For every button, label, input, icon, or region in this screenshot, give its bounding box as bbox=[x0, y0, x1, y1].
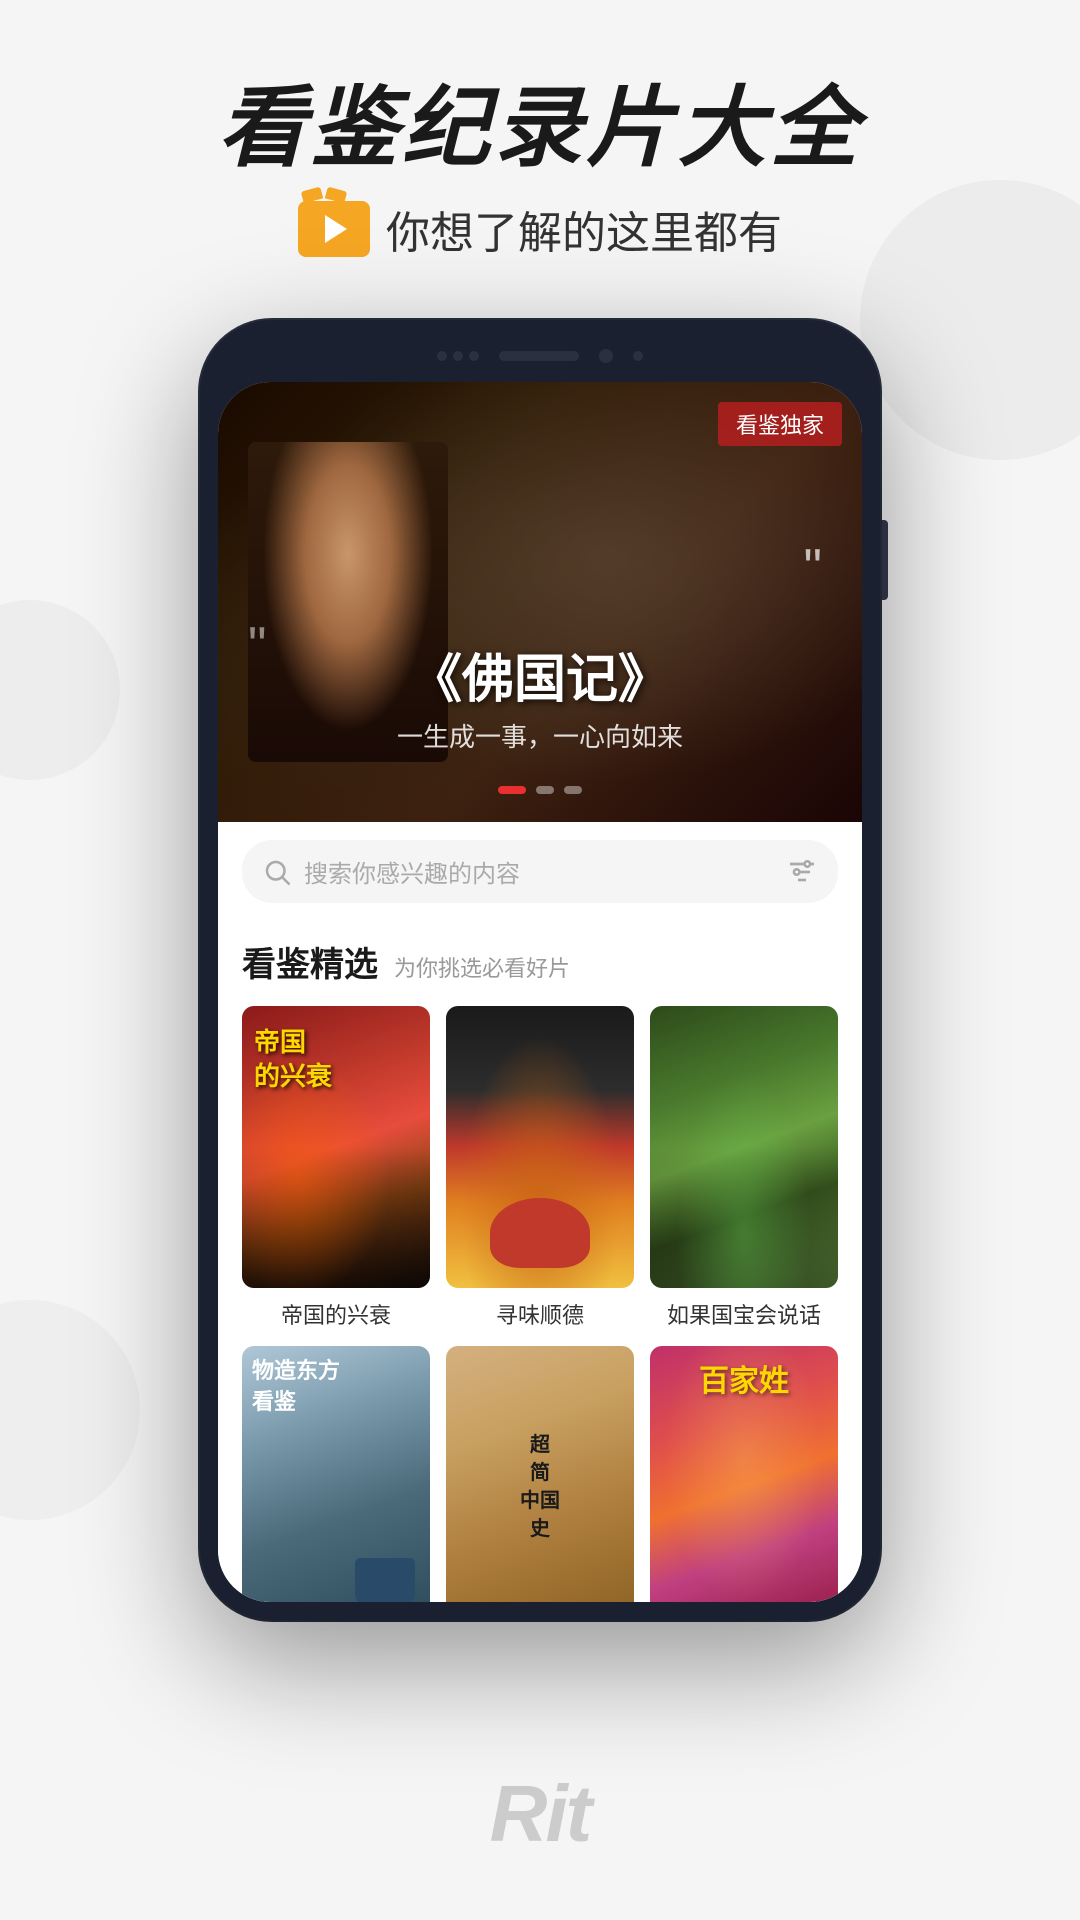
main-title: 看鉴纪录片大全 bbox=[0, 80, 1080, 177]
movie-item-2[interactable]: 寻味顺德 bbox=[446, 1006, 634, 1330]
movie-item-4[interactable]: 物造东方看鉴 物造东方·第... bbox=[242, 1346, 430, 1602]
phone-top-bar bbox=[218, 338, 862, 374]
movie-poster-2 bbox=[446, 1006, 634, 1288]
section-title: 看鉴精选 bbox=[242, 937, 378, 986]
monk-face bbox=[248, 442, 448, 762]
phone-side-button bbox=[882, 520, 888, 600]
phone-sensors bbox=[437, 351, 479, 361]
movie-label-3: 如果国宝会说话 bbox=[650, 1298, 838, 1330]
search-placeholder-text: 搜索你感兴趣的内容 bbox=[304, 854, 774, 889]
movie-poster-5: 超简中国史 bbox=[446, 1346, 634, 1602]
content-section: 看鉴精选 为你挑选必看好片 帝国的兴衰 帝国的兴衰 bbox=[218, 921, 862, 1602]
header-section: 看鉴纪录片大全 你想了解的这里都有 bbox=[0, 80, 1080, 261]
poster-1-title: 帝国的兴衰 bbox=[254, 1026, 332, 1094]
movie-item-1[interactable]: 帝国的兴衰 帝国的兴衰 bbox=[242, 1006, 430, 1330]
movie-poster-4: 物造东方看鉴 bbox=[242, 1346, 430, 1602]
subtitle-row: 你想了解的这里都有 bbox=[0, 197, 1080, 261]
poster-6-badge: 百家姓 bbox=[660, 1356, 828, 1400]
movie-poster-1: 帝国的兴衰 bbox=[242, 1006, 430, 1288]
movie-item-5[interactable]: 超简中国史 超简中国史·... bbox=[446, 1346, 634, 1602]
sensor-dot-4 bbox=[633, 351, 643, 361]
filter-icon[interactable] bbox=[786, 856, 818, 888]
carousel-dots bbox=[218, 786, 862, 794]
hero-banner[interactable]: 看鉴独家 " " 《佛国记》 一生成一事，一心向如来 bbox=[218, 382, 862, 822]
movie-item-6[interactable]: 百家姓 百家姓·第一季 bbox=[650, 1346, 838, 1602]
phone-screen: 看鉴独家 " " 《佛国记》 一生成一事，一心向如来 搜 bbox=[218, 382, 862, 1602]
sensor-dot-2 bbox=[453, 351, 463, 361]
subtitle-text: 你想了解的这里都有 bbox=[386, 197, 782, 261]
hero-movie-subtitle: 一生成一事，一心向如来 bbox=[218, 717, 862, 754]
sensor-dot-1 bbox=[437, 351, 447, 361]
phone-speaker bbox=[499, 351, 579, 361]
quote-icon-bottom: " bbox=[804, 542, 822, 594]
bg-decoration-circle-3 bbox=[0, 1300, 140, 1520]
poster-2-crab bbox=[490, 1198, 590, 1268]
movie-poster-3 bbox=[650, 1006, 838, 1288]
section-header: 看鉴精选 为你挑选必看好片 bbox=[242, 921, 838, 1006]
carousel-dot-1[interactable] bbox=[498, 786, 526, 794]
phone-mockup: 看鉴独家 " " 《佛国记》 一生成一事，一心向如来 搜 bbox=[200, 320, 880, 1620]
search-section: 搜索你感兴趣的内容 bbox=[218, 822, 862, 921]
search-icon bbox=[262, 857, 292, 887]
search-bar[interactable]: 搜索你感兴趣的内容 bbox=[242, 840, 838, 903]
poster-4-title: 物造东方看鉴 bbox=[252, 1356, 420, 1418]
watermark-text: Rit bbox=[0, 1768, 1080, 1860]
hero-movie-title: 《佛国记》 bbox=[218, 637, 862, 712]
phone-frame: 看鉴独家 " " 《佛国记》 一生成一事，一心向如来 搜 bbox=[200, 320, 880, 1620]
poster-4-decoration bbox=[355, 1558, 415, 1602]
carousel-dot-2[interactable] bbox=[536, 786, 554, 794]
movie-poster-6: 百家姓 bbox=[650, 1346, 838, 1602]
movie-label-1: 帝国的兴衰 bbox=[242, 1298, 430, 1330]
phone-camera bbox=[599, 349, 613, 363]
play-triangle-icon bbox=[325, 215, 347, 243]
hero-figure bbox=[248, 442, 448, 762]
bg-decoration-circle-2 bbox=[0, 600, 120, 780]
poster-5-title: 超简中国史 bbox=[520, 1431, 560, 1543]
exclusive-badge: 看鉴独家 bbox=[718, 402, 842, 446]
video-icon bbox=[298, 201, 370, 257]
movie-grid: 帝国的兴衰 帝国的兴衰 寻味顺德 bbox=[242, 1006, 838, 1602]
movie-item-3[interactable]: 如果国宝会说话 bbox=[650, 1006, 838, 1330]
section-subtitle: 为你挑选必看好片 bbox=[394, 951, 570, 983]
sensor-dot-3 bbox=[469, 351, 479, 361]
movie-label-2: 寻味顺德 bbox=[446, 1298, 634, 1330]
carousel-dot-3[interactable] bbox=[564, 786, 582, 794]
